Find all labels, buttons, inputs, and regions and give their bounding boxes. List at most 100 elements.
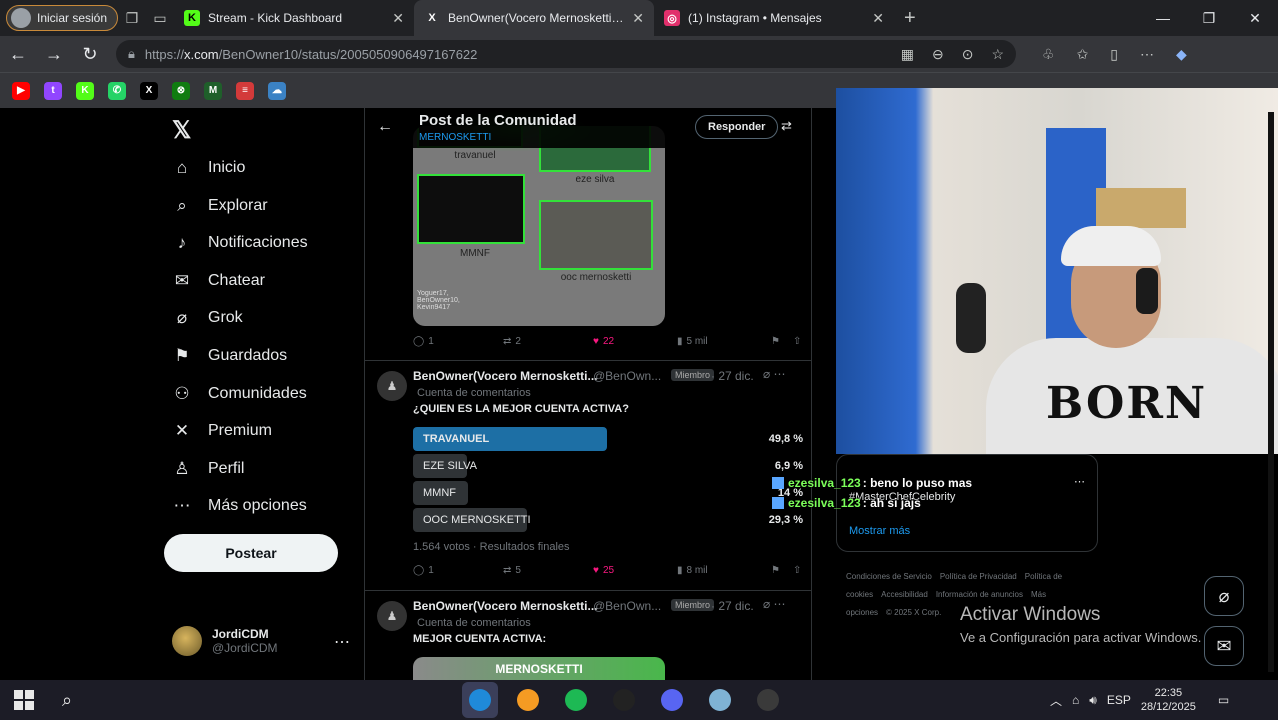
views-action[interactable]: ▮ 5 mil bbox=[677, 336, 771, 347]
scrollbar[interactable] bbox=[1268, 112, 1274, 672]
kick-icon[interactable]: K bbox=[76, 81, 94, 100]
tweet-date[interactable]: · 27 dic. bbox=[711, 599, 754, 613]
tab-kick[interactable]: K Stream - Kick Dashboard ✕ bbox=[174, 0, 414, 36]
footer-link[interactable]: Información de anuncios bbox=[936, 590, 1023, 599]
refresh-icon[interactable]: ↻ bbox=[72, 44, 108, 65]
cloud-icon[interactable]: ☁ bbox=[268, 81, 286, 100]
grok-fab-icon[interactable]: ⌀ bbox=[1204, 576, 1244, 616]
xsplit-icon[interactable] bbox=[606, 682, 642, 718]
sidebar-item-perfil[interactable]: ♙ Perfil bbox=[172, 459, 244, 479]
fl-studio-icon[interactable] bbox=[510, 682, 546, 718]
avatar[interactable]: ♟ bbox=[377, 371, 407, 401]
footer-link[interactable]: Política de Privacidad bbox=[940, 572, 1017, 581]
tweet-second[interactable]: ♟ BenOwner(Vocero Mernosketti... @BenOwn… bbox=[365, 590, 811, 680]
notifications-icon[interactable]: ▭ bbox=[1218, 693, 1229, 707]
favorite-star-icon[interactable]: ☆ bbox=[991, 46, 1004, 63]
tweet-poll[interactable]: ♟ BenOwner(Vocero Mernosketti... @BenOwn… bbox=[365, 360, 811, 586]
clock[interactable]: 22:35 28/12/2025 bbox=[1141, 686, 1196, 714]
stack-icon[interactable]: ≡ bbox=[236, 81, 254, 100]
obs-icon[interactable] bbox=[750, 682, 786, 718]
repost-action[interactable]: ⇄ 5 bbox=[503, 565, 593, 576]
extensions-icon[interactable]: ♧ bbox=[1042, 46, 1055, 63]
tweet-handle[interactable]: @BenOwn... bbox=[593, 599, 661, 613]
profile-button[interactable]: Iniciar sesión bbox=[6, 5, 119, 31]
more-icon[interactable]: ⌀ ⋯ bbox=[763, 597, 786, 611]
discord-icon[interactable] bbox=[654, 682, 690, 718]
x-icon[interactable]: X bbox=[140, 81, 158, 100]
sidebar-item-inicio[interactable]: ⌂ Inicio bbox=[172, 158, 246, 178]
tab-instagram[interactable]: ◎ (1) Instagram • Mensajes ✕ bbox=[654, 0, 894, 36]
like-action[interactable]: ♥ 22 bbox=[593, 336, 677, 347]
volume-icon[interactable]: 🔊︎ bbox=[1089, 693, 1097, 708]
tweet-handle[interactable]: @BenOwn... bbox=[593, 369, 661, 383]
menu-icon[interactable]: ⋯ bbox=[1140, 46, 1154, 63]
forward-icon[interactable]: → bbox=[36, 44, 72, 65]
whatsapp-icon[interactable]: ✆ bbox=[108, 81, 126, 100]
tweet-author[interactable]: BenOwner(Vocero Mernosketti... bbox=[413, 369, 597, 383]
app-icon[interactable]: ▦ bbox=[901, 46, 914, 63]
edge-icon[interactable] bbox=[462, 682, 498, 718]
search-icon[interactable]: ⌕ bbox=[62, 690, 72, 711]
split-icon[interactable]: ▯ bbox=[1110, 46, 1118, 63]
share-action[interactable]: ⇧ bbox=[793, 565, 801, 576]
sidebar-item-comunidades[interactable]: ⚇ Comunidades bbox=[172, 384, 306, 404]
account-switcher[interactable]: JordiCDM @JordiCDM ⋯ bbox=[172, 626, 350, 656]
avatar[interactable]: ♟ bbox=[377, 601, 407, 631]
m-icon[interactable]: M bbox=[204, 81, 222, 100]
post-button[interactable]: Postear bbox=[164, 534, 338, 572]
close-icon[interactable]: ✕ bbox=[392, 10, 404, 27]
sidebar-item-premium[interactable]: ✕ Premium bbox=[172, 421, 272, 441]
reply-button[interactable]: Responder bbox=[695, 115, 779, 139]
footer-link[interactable]: © 2025 X Corp. bbox=[886, 608, 941, 617]
url-field[interactable]: 🔒︎ https://x.com/BenOwner10/status/20050… bbox=[116, 40, 1016, 68]
youtube-icon[interactable]: ▶ bbox=[12, 81, 30, 100]
chevron-up-icon[interactable]: ︿ bbox=[1050, 692, 1062, 709]
more-icon[interactable]: ⋯ bbox=[1074, 475, 1085, 488]
post-image-collage[interactable]: travanuel eze silva MMNF ooc mernosketti… bbox=[413, 126, 665, 326]
back-icon[interactable]: ← bbox=[0, 44, 36, 65]
back-arrow-icon[interactable]: ← bbox=[377, 118, 393, 136]
network-icon[interactable]: ⌂ bbox=[1072, 693, 1079, 707]
reply-action[interactable]: ◯ 1 bbox=[413, 336, 503, 347]
minimize-icon[interactable]: — bbox=[1140, 10, 1186, 27]
more-icon[interactable]: ⊙ bbox=[962, 46, 974, 63]
community-name[interactable]: MERNOSKETTI bbox=[419, 132, 491, 143]
language-indicator[interactable]: ESP bbox=[1107, 693, 1131, 707]
windows-start-icon[interactable] bbox=[14, 690, 34, 710]
footer-link[interactable]: Condiciones de Servicio bbox=[846, 572, 932, 581]
tweet-author[interactable]: BenOwner(Vocero Mernosketti... bbox=[413, 599, 597, 613]
settings-icon[interactable]: ⇄ bbox=[781, 118, 792, 134]
sidebar-item-chatear[interactable]: ✉ Chatear bbox=[172, 271, 265, 291]
sidebar-item-mas-opciones[interactable]: ⋯ Más opciones bbox=[172, 496, 307, 516]
sidebar-item-grok[interactable]: ⌀ Grok bbox=[172, 308, 243, 328]
zoom-icon[interactable]: ⊖ bbox=[932, 46, 944, 63]
tweet-media[interactable]: MERNOSKETTI bbox=[413, 657, 665, 680]
bookmark-action[interactable]: ⚑ bbox=[771, 565, 793, 576]
bookmark-action[interactable]: ⚑ bbox=[771, 336, 793, 347]
messages-fab-icon[interactable]: ✉ bbox=[1204, 626, 1244, 666]
more-icon[interactable]: ⌀ ⋯ bbox=[763, 367, 786, 381]
twitch-icon[interactable]: t bbox=[44, 81, 62, 100]
reply-action[interactable]: ◯ 1 bbox=[413, 565, 503, 576]
notepad-icon[interactable] bbox=[702, 682, 738, 718]
copilot-icon[interactable]: ◆ bbox=[1176, 46, 1187, 63]
like-action[interactable]: ♥ 25 bbox=[593, 565, 677, 576]
close-icon[interactable]: ✕ bbox=[872, 10, 884, 27]
close-icon[interactable]: ✕ bbox=[632, 10, 644, 27]
sidebar-item-explorar[interactable]: ⌕ Explorar bbox=[172, 196, 267, 216]
more-icon[interactable]: ⋯ bbox=[334, 632, 350, 652]
x-logo-icon[interactable]: 𝕏 bbox=[172, 116, 191, 145]
share-action[interactable]: ⇧ bbox=[793, 336, 801, 347]
tweet-date[interactable]: · 27 dic. bbox=[711, 369, 754, 383]
collections-icon[interactable]: ❐ bbox=[118, 4, 146, 32]
restore-icon[interactable]: ❐ bbox=[1186, 10, 1232, 27]
views-action[interactable]: ▮ 8 mil bbox=[677, 565, 771, 576]
favorites-icon[interactable]: ✩ bbox=[1077, 46, 1089, 63]
tab-actions-icon[interactable]: ▭ bbox=[146, 4, 174, 32]
tab-x[interactable]: X BenOwner(Vocero Mernoskettista) ✕ bbox=[414, 0, 655, 36]
sidebar-item-guardados[interactable]: ⚑ Guardados bbox=[172, 346, 287, 366]
new-tab-icon[interactable]: + bbox=[904, 7, 916, 30]
sidebar-item-notificaciones[interactable]: ♪ Notificaciones bbox=[172, 233, 308, 253]
footer-link[interactable]: Accesibilidad bbox=[881, 590, 928, 599]
repost-action[interactable]: ⇄ 2 bbox=[503, 336, 593, 347]
